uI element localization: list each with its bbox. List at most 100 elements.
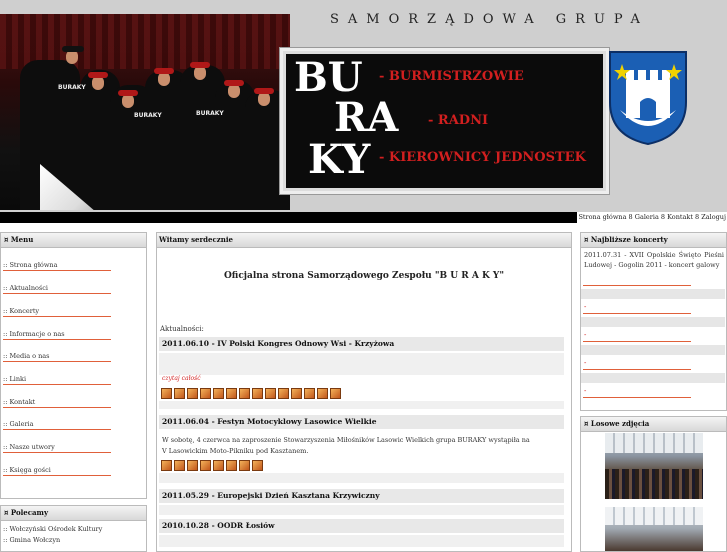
site-logo[interactable]: BU RA KY - BURMISTRZOWIE - RADNI - KIERO…: [280, 48, 609, 194]
concert-divider: [583, 341, 691, 342]
logo-panel: BU RA KY - BURMISTRZOWIE - RADNI - KIERO…: [286, 54, 603, 188]
concert-placeholder[interactable]: -: [584, 359, 586, 367]
menu-item-songs[interactable]: :: Nasze utwory: [3, 443, 55, 451]
photo-thumbnail-icon[interactable]: [252, 388, 263, 399]
menu-item-home[interactable]: :: Strona główna: [3, 261, 57, 269]
logo-line-heads: - KIEROWNICY JEDNOSTEK: [379, 150, 586, 165]
photo-thumbnail-icon[interactable]: [226, 388, 237, 399]
photo-thumbnail-icon[interactable]: [265, 388, 276, 399]
photo-thumbnail-icon[interactable]: [161, 460, 172, 471]
menu-divider: [3, 475, 111, 476]
random-photos-box: ¤ Losowe zdjęcia: [580, 416, 727, 552]
menu-divider: [3, 452, 111, 453]
concert-row-band: [581, 289, 725, 299]
recommended-link-commune[interactable]: :: Gmina Wołczyn: [3, 536, 60, 544]
band-member-hat: [118, 90, 138, 96]
site-header: BURAKY BURAKY BURAKY SAMORZĄDOWA GRUPA B…: [0, 0, 727, 212]
menu-item-contact[interactable]: :: Kontakt: [3, 398, 35, 406]
menu-item-news[interactable]: :: Aktualności: [3, 284, 48, 292]
photo-thumbnail-icon[interactable]: [161, 388, 172, 399]
menu-divider: [3, 407, 111, 408]
random-photo[interactable]: [605, 507, 703, 551]
nav-link-contact[interactable]: Kontakt: [667, 212, 693, 223]
concerts-title: Najbliższe koncerty: [590, 235, 668, 244]
photo-thumbnail-icon[interactable]: [252, 460, 263, 471]
left-menu: ¤ Menu :: Strona główna :: Aktualności :…: [0, 232, 147, 499]
photo-thumbnail-icon[interactable]: [278, 388, 289, 399]
band-member-face: [66, 50, 78, 64]
band-member-hat: [62, 46, 84, 52]
concert-placeholder[interactable]: -: [584, 331, 586, 339]
band-member-face: [194, 66, 206, 80]
coat-of-arms-icon: [609, 51, 687, 146]
menu-item-links[interactable]: :: Linki: [3, 375, 26, 383]
photo-thumbnail-icon[interactable]: [200, 460, 211, 471]
menu-item-media[interactable]: :: Media o nas: [3, 352, 50, 360]
photo-thumbnail-icon[interactable]: [239, 460, 250, 471]
recommended-title: Polecamy: [10, 508, 49, 517]
menu-divider: [3, 270, 111, 271]
photo-thumbnail-icon[interactable]: [187, 460, 198, 471]
random-photo[interactable]: [605, 433, 703, 499]
concert-placeholder[interactable]: -: [584, 303, 586, 311]
photo-thumbnail-icon[interactable]: [174, 388, 185, 399]
site-tagline: SAMORZĄDOWA GRUPA: [330, 12, 649, 27]
photo-thumbnail-icon[interactable]: [317, 388, 328, 399]
photo-thumbnail-icon[interactable]: [200, 388, 211, 399]
main-area: ¤ Menu :: Strona główna :: Aktualności :…: [0, 223, 727, 552]
concert-placeholder[interactable]: -: [584, 387, 586, 395]
photo-thumbnail-icon[interactable]: [174, 460, 185, 471]
concert-divider: [583, 313, 691, 314]
band-member-hat: [190, 62, 210, 68]
photo-thumbnail-icon[interactable]: [304, 388, 315, 399]
news-label: Aktualności:: [160, 325, 204, 333]
photo-thumbnail-icon[interactable]: [330, 388, 341, 399]
nav-link-login[interactable]: Zaloguj: [701, 212, 726, 223]
logo-line-mayors: - BURMISTRZOWIE: [379, 69, 524, 84]
menu-item-concerts[interactable]: :: Koncerty: [3, 307, 39, 315]
random-photos-title: Losowe zdjęcia: [590, 419, 650, 428]
menu-item-about[interactable]: :: Informacje o nas: [3, 330, 65, 338]
center-content: Witamy serdecznie Oficjalna strona Samor…: [156, 232, 572, 552]
photo-thumbnail-icon[interactable]: [187, 388, 198, 399]
band-member-face: [158, 72, 170, 86]
concerts-header: ¤ Najbliższe koncerty: [581, 233, 726, 248]
tent-roof: [605, 433, 703, 453]
nav-link-gallery[interactable]: Galeria: [635, 212, 659, 223]
news-title[interactable]: 2011.06.10 - IV Polski Kongres Odnowy Ws…: [159, 337, 564, 351]
concert-divider: [583, 285, 691, 286]
news-band: [159, 505, 564, 515]
photo-thumbnail-icon[interactable]: [291, 388, 302, 399]
news-title[interactable]: 2011.06.04 - Festyn Motocyklowy Lasowice…: [159, 415, 564, 429]
read-more-link[interactable]: czytaj całość: [162, 375, 201, 382]
news-title[interactable]: 2011.05.29 - Europejski Dzień Kasztana K…: [159, 489, 564, 503]
logo-letters-row2: RA: [334, 94, 399, 141]
news-title[interactable]: 2010.10.28 - OODR Łosiów: [159, 519, 564, 533]
band-member-face: [92, 76, 104, 90]
news-band: [159, 401, 564, 409]
concert-entry[interactable]: 2011.07.31 - XVII Opolskie Święto Pieśni…: [584, 250, 724, 270]
top-nav-links: Strona główna 8 Galeria 8 Kontakt 8 Zalo…: [577, 212, 727, 223]
menu-item-guestbook[interactable]: :: Księga gości: [3, 466, 51, 474]
band-member-hat: [254, 88, 274, 94]
nav-separator: 8: [695, 213, 700, 221]
recommended-link-culture[interactable]: :: Wołczyński Ośrodek Kultury: [3, 525, 102, 533]
photo-thumbnail-icon[interactable]: [213, 388, 224, 399]
recommended-header: ¤ Polecamy: [1, 506, 146, 521]
bullet-icon: ¤: [4, 235, 9, 244]
photo-thumbnail-icon[interactable]: [226, 460, 237, 471]
band-member-face: [258, 92, 270, 106]
page-headline: Oficjalna strona Samorządowego Zespołu "…: [223, 271, 505, 281]
concert-row-band: [581, 345, 725, 355]
logo-letters-row1: BU: [294, 54, 363, 101]
nav-separator: 8: [660, 213, 666, 221]
photo-thumbnail-icon[interactable]: [213, 460, 224, 471]
nav-link-home[interactable]: Strona główna: [578, 212, 626, 223]
logo-line-councillors: - RADNI: [428, 113, 489, 128]
news-body: V Lasowickim Moto-Pikniku pod Kasztanem.: [162, 447, 309, 455]
band-member-hat: [224, 80, 244, 86]
photo-thumbnail-icon[interactable]: [239, 388, 250, 399]
news-band: [159, 473, 564, 483]
concert-divider: [583, 397, 691, 398]
menu-item-gallery[interactable]: :: Galeria: [3, 420, 34, 428]
